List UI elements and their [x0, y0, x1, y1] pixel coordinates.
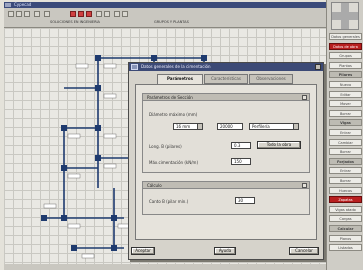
spacing-field[interactable]: 20000	[217, 123, 243, 130]
tool-item[interactable]: Huecos	[329, 186, 362, 194]
max-value: 150	[234, 159, 242, 164]
tab-observations[interactable]: Observaciones	[249, 74, 293, 84]
status-bar	[4, 264, 326, 270]
system-menu-icon[interactable]	[5, 3, 11, 7]
long-label: Long. B (pilares)	[149, 144, 182, 149]
tool-item[interactable]: Planos	[329, 234, 362, 242]
max-field[interactable]: 150	[231, 158, 251, 165]
undo-icon[interactable]	[96, 11, 102, 17]
screen: Cypecad SOLUCIONES EN INGENIERIA GRUPOS …	[0, 0, 363, 270]
tool-item[interactable]: Borrar	[329, 109, 362, 117]
finish-value: Perfilería	[252, 124, 270, 129]
cut-icon[interactable]	[86, 11, 92, 17]
help-button[interactable]: Ayuda	[214, 247, 236, 255]
open-file-icon[interactable]	[16, 11, 22, 17]
apply-all-button[interactable]: Todo la obra	[257, 141, 301, 149]
stop-icon[interactable]	[70, 11, 76, 17]
collapse-icon[interactable]	[302, 183, 307, 188]
toolbar-info-1: SOLUCIONES EN INGENIERIA	[50, 20, 100, 24]
chevron-down-icon	[293, 124, 298, 129]
tool-item[interactable]: Cambiar	[329, 138, 362, 146]
dialog-titlebar: Datos generales de la cimentación	[129, 63, 323, 71]
layers-icon[interactable]	[122, 11, 128, 17]
group-section-header: Parámetros de Sección	[143, 94, 309, 101]
dialog-button-bar: Aceptar Ayuda Cancelar	[131, 245, 321, 258]
grid-icon[interactable]	[114, 11, 120, 17]
depth-label: Canto B (pilar mín.)	[149, 199, 189, 204]
save-icon[interactable]	[24, 11, 30, 17]
group-calculation-header: Cálculo	[143, 182, 309, 189]
tool-item[interactable]: Editar	[329, 90, 362, 98]
tool-item[interactable]: Pilares	[329, 71, 362, 79]
tool-item[interactable]: Mover	[329, 100, 362, 108]
redo-icon[interactable]	[104, 11, 110, 17]
delete-icon[interactable]	[78, 11, 84, 17]
diameter-value: 16 mm	[176, 124, 191, 129]
tab-panel: Parámetros de Sección Diámetro máximo (m…	[135, 84, 317, 240]
tool-item[interactable]: Plantas	[329, 61, 362, 69]
spacing-value: 20000	[220, 124, 233, 129]
app-title: Cypecad	[14, 2, 32, 7]
finish-select[interactable]: Perfilería	[249, 123, 299, 130]
depth-value: 30	[238, 198, 244, 203]
group-calculation: Cálculo Canto B (pilar mín.) 30	[142, 181, 310, 215]
tool-item[interactable]: Grupos	[329, 52, 362, 60]
new-file-icon[interactable]	[8, 11, 14, 17]
tool-item[interactable]: Borrar	[329, 177, 362, 184]
tool-item[interactable]: Vigas	[329, 119, 362, 127]
dialog-close-icon[interactable]	[315, 64, 321, 70]
general-data-dialog: Datos generales de la cimentación Paráme…	[128, 62, 324, 260]
dialog-app-icon	[131, 64, 138, 70]
tool-item[interactable]: Zapatas	[329, 196, 362, 204]
depth-field[interactable]: 30	[235, 197, 255, 204]
tool-item[interactable]: Datos generales	[329, 33, 362, 40]
tool-item[interactable]: Vigas atado	[329, 205, 362, 213]
tool-item[interactable]: Entrar	[329, 167, 362, 175]
toolbar: SOLUCIONES EN INGENIERIA GRUPOS Y PLANTA…	[4, 8, 326, 28]
collapse-icon[interactable]	[302, 95, 307, 100]
tool-item[interactable]: Cargas	[329, 215, 362, 223]
diameter-label: Diámetro máximo (mm)	[149, 112, 198, 117]
tool-item[interactable]: Borrar	[329, 148, 362, 156]
right-tool-panel: Datos generales Datos de obra Grupos Planta…	[326, 0, 363, 270]
zoom-icon[interactable]	[44, 11, 50, 17]
dialog-title: Datos generales de la cimentación	[141, 64, 211, 69]
navigation-cross-icon[interactable]	[331, 2, 359, 30]
long-value: 0.3	[234, 143, 241, 148]
tool-item[interactable]: Datos de obra	[329, 42, 362, 50]
cancel-button[interactable]: Cancelar	[289, 247, 319, 255]
max-label: Máx.cimentación (kN/m)	[149, 160, 199, 165]
nav-horizontal-bar	[332, 12, 358, 20]
tool-item[interactable]: Entrar	[329, 129, 362, 136]
chevron-down-icon	[197, 124, 202, 129]
long-field[interactable]: 0.3	[231, 142, 251, 149]
diameter-select[interactable]: 16 mm	[173, 123, 203, 130]
tool-item[interactable]: Listados	[329, 244, 362, 252]
print-icon[interactable]	[34, 11, 40, 17]
group-section-params: Parámetros de Sección Diámetro máximo (m…	[142, 93, 310, 173]
tool-item[interactable]: Nuevo	[329, 81, 362, 88]
toolbar-info-2: GRUPOS Y PLANTAS	[154, 20, 189, 24]
tab-characteristics[interactable]: Características	[204, 74, 248, 84]
tool-item[interactable]: Forjados	[329, 157, 362, 165]
tool-item[interactable]: Calcular	[329, 225, 362, 232]
accept-button[interactable]: Aceptar	[131, 247, 155, 255]
